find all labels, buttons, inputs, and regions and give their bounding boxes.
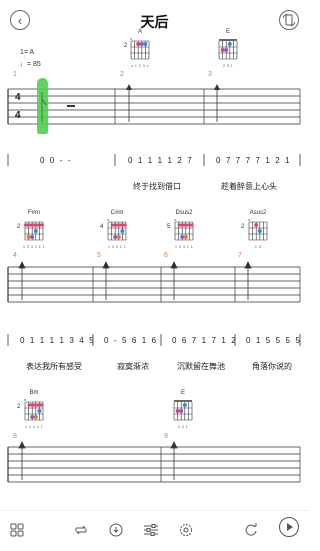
svg-text:x: x xyxy=(130,37,132,41)
chord-diagram-dsus2[interactable]: x xyxy=(174,218,194,242)
play-icon xyxy=(287,523,293,531)
chord-fingering: 1 3 xyxy=(254,244,262,249)
chord-diagram-a[interactable]: x xyxy=(130,37,150,61)
mixer-icon[interactable] xyxy=(142,521,160,539)
chord-name: F#m xyxy=(28,210,40,216)
lyric-line: 沉默留在舞池 xyxy=(177,362,225,371)
jianpu-measure-5: 0 - 5 6 1 6 xyxy=(104,336,158,345)
measure-number: 1 xyxy=(13,71,17,78)
key-signature: 1= A xyxy=(20,49,35,56)
rotate-phone-icon xyxy=(282,13,296,27)
tuner-icon[interactable] xyxy=(107,521,125,539)
time-signature-top: 4 xyxy=(15,92,21,103)
svg-text:x: x xyxy=(174,218,176,222)
jianpu-measure-4: 0 1 1 1 1 3 4 5 xyxy=(20,336,96,345)
chord-name: E xyxy=(225,29,230,35)
lyric-line: 趁着醉意上心头 xyxy=(221,182,277,191)
chord-name: Bm xyxy=(29,390,39,396)
loop-icon[interactable] xyxy=(72,521,90,539)
lyric-line: 寂寞渐浓 xyxy=(117,362,149,371)
chord-fingering: 1 3 4 1 1 xyxy=(174,244,194,249)
svg-text:x: x xyxy=(24,398,26,402)
tempo-marking: ♩= 85 xyxy=(20,61,41,68)
chord-diagram-e-2[interactable] xyxy=(173,398,193,422)
chord-name: Dsus2 xyxy=(175,210,193,216)
chord-fingering: 2 3 1 xyxy=(177,424,189,429)
bottom-toolbar xyxy=(0,510,309,551)
chord-name: A xyxy=(137,29,142,35)
lyric-line: 表达我所有感受 xyxy=(26,362,82,371)
chord-fingering: 1 3 4 2 1 xyxy=(107,244,127,249)
header: ‹ 天后 xyxy=(0,0,309,40)
chord-name: C#m xyxy=(110,210,124,216)
svg-text:x: x xyxy=(248,218,250,222)
chord-fingering: x 1 2 3 x xyxy=(131,63,149,68)
chord-name: Asus2 xyxy=(249,210,267,216)
chord-fret: 4 xyxy=(100,224,104,230)
measure-number: 3 xyxy=(208,71,212,78)
chord-fret: 5 xyxy=(167,224,171,230)
lyric-line: 角落你说的 xyxy=(252,362,292,371)
chord-fret: 2 xyxy=(17,224,21,230)
chord-diagram-fsharp-m[interactable] xyxy=(24,218,44,242)
chord-diagram-asus2[interactable]: x xyxy=(248,218,268,242)
chord-name: E xyxy=(180,390,185,396)
svg-text:x: x xyxy=(107,218,109,222)
rotate-screen-button[interactable] xyxy=(279,10,299,30)
chord-fingering: 2 3 1 xyxy=(222,63,234,68)
replay-icon[interactable] xyxy=(242,521,260,539)
time-signature-bottom: 4 xyxy=(15,110,21,121)
play-button[interactable] xyxy=(279,517,299,537)
chord-diagram-e[interactable] xyxy=(218,37,238,61)
settings-gear-icon[interactable] xyxy=(177,521,195,539)
chord-diagram-bm[interactable]: x xyxy=(24,398,44,422)
jianpu-measure-3: 0 7 7 7 7 1 2 1 xyxy=(216,156,292,165)
chord-fingering: 1 3 4 2 1 xyxy=(24,424,44,429)
jianpu-measure-7: 0 1 5 5 5 5 xyxy=(246,336,302,345)
chord-fret: 2 xyxy=(241,224,245,230)
chord-fingering: 1 3 4 1 1 1 xyxy=(22,244,46,249)
jianpu-measure-2: 0 1 1 1 1 2 7 xyxy=(128,156,194,165)
chord-fret: 2 xyxy=(17,404,21,410)
tab-staff-row-1[interactable] xyxy=(0,78,309,134)
page-title: 天后 xyxy=(140,14,169,30)
chord-diagram-csharp-m[interactable]: x xyxy=(107,218,127,242)
measure-number: 2 xyxy=(120,71,124,78)
tab-staff-row-3[interactable] xyxy=(0,438,309,494)
tab-staff-row-2[interactable] xyxy=(0,258,309,314)
chord-fret: 2 xyxy=(124,43,128,49)
jianpu-measure-1: 0 0 - - xyxy=(40,156,73,165)
lyric-line: 终于找到借口 xyxy=(133,182,181,191)
jianpu-measure-6: 0 6 7 1 7 1 2 xyxy=(172,336,238,345)
grid-icon[interactable] xyxy=(8,521,26,539)
